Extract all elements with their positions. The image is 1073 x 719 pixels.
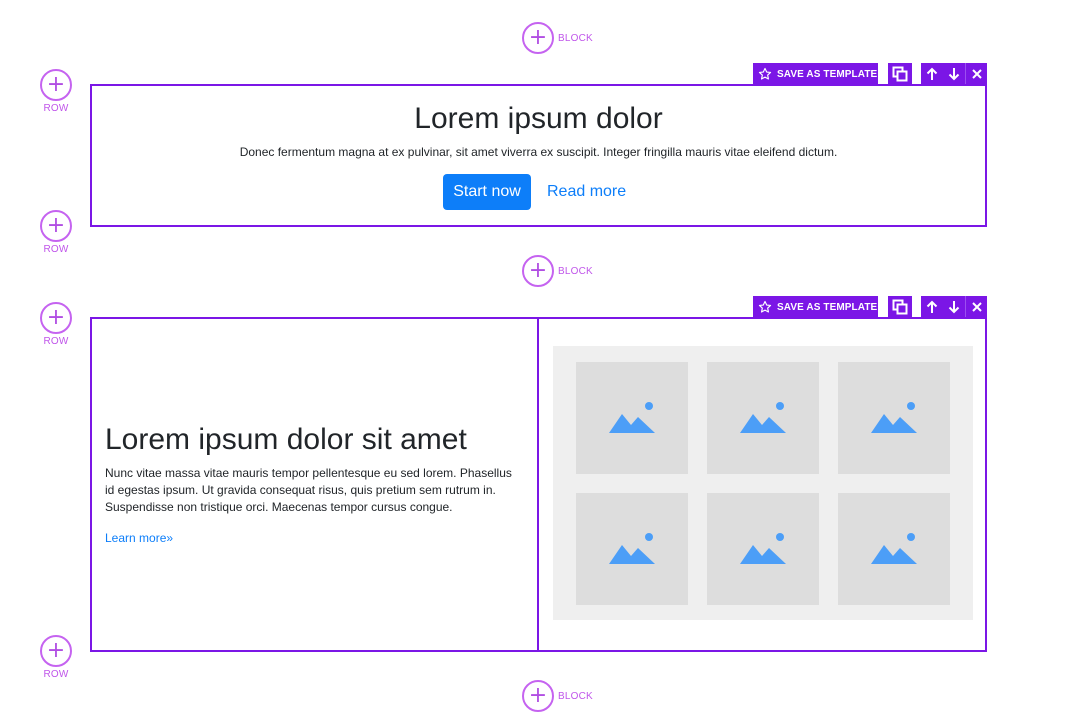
close-icon [971, 69, 982, 79]
hero-title: Lorem ipsum dolor [414, 102, 663, 135]
learn-more-link[interactable]: Learn more» [105, 531, 173, 545]
save-as-template-button[interactable]: SAVE AS TEMPLATE [753, 296, 878, 318]
plus-icon: + [40, 302, 72, 334]
hero-section[interactable]: Lorem ipsum dolor Donec fermentum magna … [90, 84, 987, 227]
star-icon [758, 67, 772, 80]
add-block-label: BLOCK [558, 32, 593, 44]
image-placeholder-icon [871, 402, 917, 433]
add-row-button-3[interactable]: + ROW [40, 302, 72, 347]
image-placeholder-icon [609, 402, 655, 433]
arrow-up-icon [926, 67, 938, 80]
move-down-button[interactable] [943, 296, 965, 318]
image-placeholder-icon [740, 402, 786, 433]
gallery-image[interactable] [707, 362, 819, 474]
arrow-up-icon [926, 300, 938, 313]
gallery-image[interactable] [838, 493, 950, 605]
add-row-button-4[interactable]: + ROW [40, 635, 72, 680]
duplicate-icon [892, 299, 908, 315]
image-placeholder-icon [740, 533, 786, 564]
move-close-group [921, 63, 987, 85]
add-row-label: ROW [43, 244, 69, 255]
feature-description: Nunc vitae massa vitae mauris tempor pel… [105, 466, 512, 514]
arrow-down-icon [948, 68, 960, 81]
add-block-button-bottom[interactable]: + BLOCK [522, 680, 593, 712]
feature-section[interactable]: Lorem ipsum dolor sit amet Nunc vitae ma… [90, 317, 987, 652]
star-icon [758, 300, 772, 313]
duplicate-button[interactable] [888, 63, 912, 85]
image-placeholder-icon [871, 533, 917, 564]
gallery-image[interactable] [838, 362, 950, 474]
duplicate-button[interactable] [888, 296, 912, 318]
plus-icon: + [522, 255, 554, 287]
save-as-template-label: SAVE AS TEMPLATE [777, 68, 878, 80]
plus-icon: + [40, 69, 72, 101]
plus-icon: + [40, 635, 72, 667]
add-block-button-top[interactable]: + BLOCK [522, 22, 593, 54]
section-toolbar-1: SAVE AS TEMPLATE [753, 63, 987, 85]
image-placeholder-icon [609, 533, 655, 564]
feature-title: Lorem ipsum dolor sit amet [105, 423, 467, 456]
gallery-image[interactable] [576, 493, 688, 605]
save-as-template-button[interactable]: SAVE AS TEMPLATE [753, 63, 878, 85]
gallery-image[interactable] [576, 362, 688, 474]
duplicate-icon [892, 66, 908, 82]
section-toolbar-2: SAVE AS TEMPLATE [753, 296, 987, 318]
add-block-label: BLOCK [558, 690, 593, 702]
move-up-button[interactable] [921, 63, 943, 85]
gallery-image[interactable] [707, 493, 819, 605]
add-block-label: BLOCK [558, 265, 593, 277]
start-now-button[interactable]: Start now [443, 174, 531, 210]
move-up-button[interactable] [921, 296, 943, 318]
add-row-label: ROW [43, 103, 69, 114]
close-icon [971, 302, 982, 312]
add-row-label: ROW [43, 336, 69, 347]
plus-icon: + [522, 680, 554, 712]
remove-section-button[interactable] [965, 296, 987, 318]
feature-text-column[interactable]: Lorem ipsum dolor sit amet Nunc vitae ma… [92, 319, 539, 650]
plus-icon: + [40, 210, 72, 242]
add-block-button-middle[interactable]: + BLOCK [522, 255, 593, 287]
arrow-down-icon [948, 301, 960, 314]
add-row-button-1[interactable]: + ROW [40, 69, 72, 114]
plus-icon: + [522, 22, 554, 54]
add-row-button-2[interactable]: + ROW [40, 210, 72, 255]
remove-section-button[interactable] [965, 63, 987, 85]
add-row-label: ROW [43, 669, 69, 680]
read-more-link[interactable]: Read more [547, 174, 626, 210]
move-close-group [921, 296, 987, 318]
image-gallery[interactable] [553, 346, 973, 620]
move-down-button[interactable] [943, 63, 965, 85]
save-as-template-label: SAVE AS TEMPLATE [777, 301, 878, 313]
hero-subtitle: Donec fermentum magna at ex pulvinar, si… [239, 145, 838, 159]
